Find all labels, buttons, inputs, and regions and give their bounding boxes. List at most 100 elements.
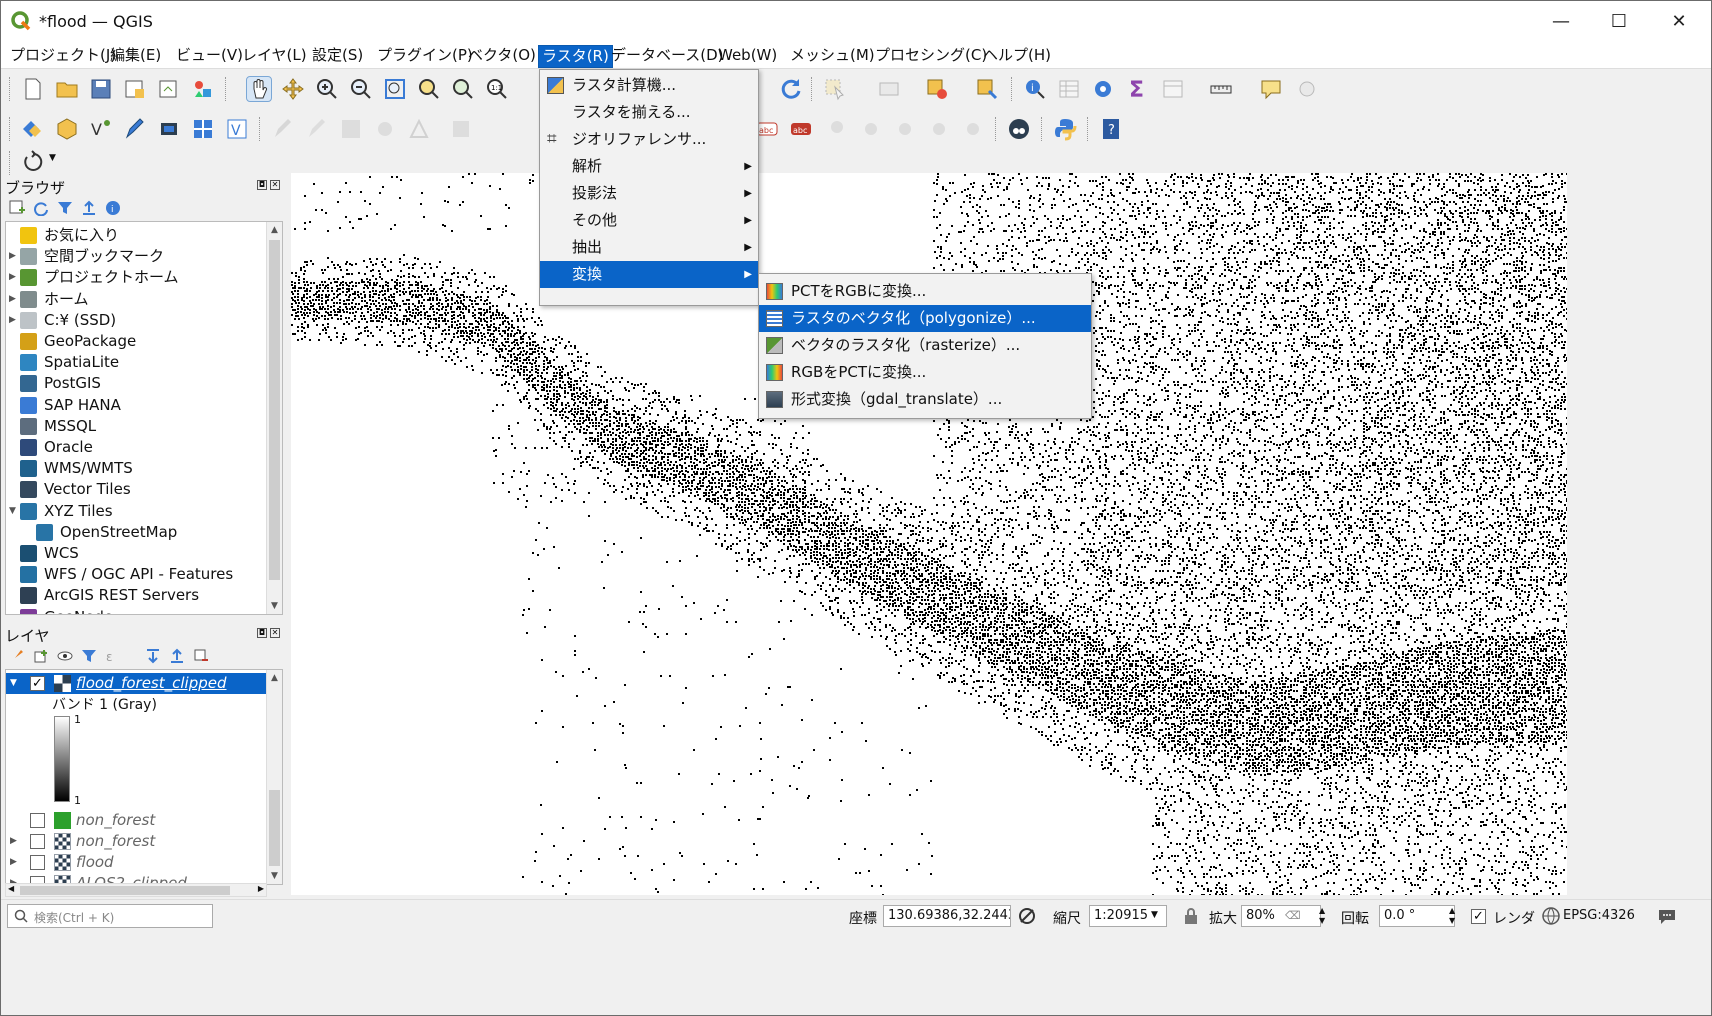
browser-item[interactable]: GeoPackage [6, 331, 266, 352]
visibility-eye-icon[interactable] [57, 648, 73, 664]
active-layer-name[interactable]: flood_forest_clipped [76, 673, 227, 694]
info-icon[interactable]: i [105, 200, 121, 216]
expand-arrow-icon[interactable]: ▶ [9, 289, 16, 310]
minimize-button[interactable]: — [1541, 9, 1581, 35]
new-print-layout-icon[interactable] [123, 77, 147, 101]
layers-scrollbar[interactable]: ▲ ▼ [266, 670, 282, 884]
rotate-label-icon[interactable] [927, 117, 951, 141]
layer-row-active[interactable]: ▼ ✓ flood_forest_clipped [6, 673, 266, 694]
virtual-layer-icon[interactable]: V [225, 117, 249, 141]
browser-item[interactable]: GeoNode [6, 607, 266, 614]
field-calculator-icon[interactable] [1161, 77, 1185, 101]
layer-row[interactable]: ▶ non_forest [6, 831, 266, 852]
python-console-icon[interactable] [1053, 117, 1077, 141]
settings-gear-icon[interactable] [1091, 77, 1115, 101]
expand-arrow-icon[interactable]: ▶ [9, 246, 16, 267]
toggle-edit-icon[interactable] [305, 117, 329, 141]
zoom-full-icon[interactable] [383, 77, 407, 101]
move-label-icon[interactable] [893, 117, 917, 141]
select-features-icon[interactable] [823, 77, 847, 101]
select-by-value-icon[interactable] [877, 77, 901, 101]
close-panel-icon[interactable]: ✕ [270, 180, 280, 190]
gps-device-icon[interactable] [157, 117, 181, 141]
menu-raster[interactable]: ラスタ(R) [538, 45, 613, 68]
digitize-pen-icon[interactable] [123, 117, 147, 141]
scroll-left-icon[interactable]: ◀ [8, 884, 14, 893]
layer-visibility-checkbox[interactable] [30, 813, 45, 828]
edit-pencil-icon[interactable] [271, 117, 295, 141]
close-button[interactable]: ✕ [1659, 9, 1699, 35]
new-project-icon[interactable] [21, 77, 45, 101]
zoom-to-selection-icon[interactable] [417, 77, 441, 101]
collapse-all-icon[interactable] [169, 648, 185, 664]
menu-processing[interactable]: プロセシング(C) [872, 45, 990, 68]
expand-arrow-icon[interactable]: ▶ [10, 852, 17, 873]
pan-hand-icon[interactable] [246, 76, 272, 102]
menu-mesh[interactable]: メッシュ(M) [787, 45, 878, 68]
change-label-icon[interactable] [961, 117, 985, 141]
style-manager-icon[interactable] [191, 77, 215, 101]
select-location-icon[interactable] [975, 77, 999, 101]
label-abc-highlight-icon[interactable]: abc [789, 117, 813, 141]
filter-icon[interactable] [57, 200, 73, 216]
browser-item[interactable]: PostGIS [6, 373, 266, 394]
map-tips-icon[interactable] [1259, 77, 1283, 101]
layer-visibility-checkbox[interactable] [30, 834, 45, 849]
collapse-all-icon[interactable] [81, 200, 97, 216]
toolbar-grip[interactable] [811, 77, 814, 101]
layer-visibility-checkbox[interactable]: ✓ [30, 676, 45, 691]
float-panel-icon[interactable]: ◘ [257, 180, 267, 190]
attribute-table-icon[interactable] [1057, 77, 1081, 101]
show-hide-label-icon[interactable] [859, 117, 883, 141]
menu-project[interactable]: プロジェクト(J) [7, 45, 119, 68]
expand-arrow-icon[interactable]: ▶ [10, 831, 17, 852]
remove-layer-icon[interactable] [193, 648, 209, 664]
filter-expression-icon[interactable]: ε [105, 648, 121, 664]
browser-item[interactable]: ▼ XYZ Tiles [6, 501, 266, 522]
help-book-icon[interactable]: ? [1099, 117, 1123, 141]
measure-line-icon[interactable] [1209, 77, 1233, 101]
pan-to-selection-icon[interactable] [281, 77, 305, 101]
browser-item[interactable]: SpatiaLite [6, 352, 266, 373]
layer-visibility-checkbox[interactable] [30, 855, 45, 870]
layer-row[interactable]: non_forest [6, 810, 266, 831]
menu-edit[interactable]: 編集(E) [107, 45, 164, 68]
browser-item[interactable]: WMS/WMTS [6, 458, 266, 479]
deselect-all-icon[interactable] [925, 77, 949, 101]
expand-arrow-icon[interactable]: ▶ [9, 267, 16, 288]
scroll-down-icon[interactable]: ▼ [267, 598, 282, 614]
expand-all-icon[interactable] [145, 648, 161, 664]
layout-manager-icon[interactable] [157, 77, 181, 101]
collapse-arrow-icon[interactable]: ▼ [9, 501, 16, 522]
layer-name[interactable]: non_forest [76, 810, 155, 831]
scroll-right-icon[interactable]: ▶ [258, 884, 264, 893]
zoom-native-icon[interactable]: 1:1 [485, 77, 509, 101]
menu-plugins[interactable]: プラグイン(P) [374, 45, 476, 68]
locator-icon[interactable] [1295, 77, 1319, 101]
browser-item[interactable]: WCS [6, 543, 266, 564]
menu-view[interactable]: ビュー(V) [173, 45, 246, 68]
layers-hscrollbar[interactable]: ◀ ▶ [5, 883, 267, 897]
save-edits-icon[interactable] [339, 117, 363, 141]
browser-item[interactable]: ▶ C:¥ (SSD) [6, 310, 266, 331]
data-source-manager-icon[interactable] [21, 117, 45, 141]
quickmapservices-icon[interactable] [1007, 117, 1031, 141]
zoom-out-icon[interactable] [349, 77, 373, 101]
float-panel-icon[interactable]: ◘ [257, 628, 267, 638]
layer-name[interactable]: non_forest [76, 831, 155, 852]
browser-item[interactable]: SAP HANA [6, 395, 266, 416]
menu-vector[interactable]: ベクタ(O) [465, 45, 539, 68]
close-panel-icon[interactable]: ✕ [270, 628, 280, 638]
zoom-to-layer-icon[interactable] [451, 77, 475, 101]
toolbar-grip[interactable] [1041, 117, 1044, 141]
chevron-down-icon[interactable]: ▼ [49, 153, 56, 163]
vertex-tool-icon[interactable] [407, 117, 431, 141]
identify-features-icon[interactable]: i [1023, 77, 1047, 101]
add-feature-icon[interactable] [373, 117, 397, 141]
scroll-thumb[interactable] [269, 790, 280, 866]
maximize-button[interactable]: ☐ [1599, 9, 1639, 35]
raster-mesh-icon[interactable] [191, 117, 215, 141]
toolbar-grip[interactable] [225, 77, 228, 101]
toolbar-grip[interactable] [259, 117, 262, 141]
browser-item[interactable]: ArcGIS REST Servers [6, 585, 266, 606]
